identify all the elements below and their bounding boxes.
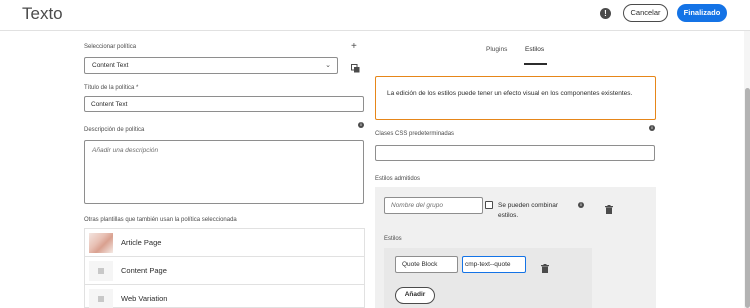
policy-title-label: Título de la política * <box>84 85 139 91</box>
policy-title-value: Content Text <box>91 100 128 108</box>
cancel-button[interactable]: Cancelar <box>623 4 668 22</box>
description-textarea[interactable]: Añadir una descripción <box>84 140 364 204</box>
style-name-input[interactable]: Quote Block <box>395 256 458 273</box>
chevron-down-icon: ⌄ <box>325 62 331 69</box>
policy-select[interactable]: Content Text ⌄ <box>84 57 338 74</box>
page-thumbnail <box>89 289 113 308</box>
default-css-label: Clases CSS predeterminadas <box>375 131 455 137</box>
default-css-input[interactable] <box>375 145 655 161</box>
done-button[interactable]: Finalizado <box>677 4 727 22</box>
page-name: Article Page <box>121 238 162 247</box>
page-thumbnail <box>89 233 113 253</box>
add-policy-icon[interactable]: + <box>351 41 357 52</box>
combinable-label: Se pueden combinar estilos. <box>498 202 558 219</box>
group-name-input[interactable]: Nombre del grupo <box>384 197 483 214</box>
description-label: Descripción de política <box>84 127 145 133</box>
help-icon[interactable]: ! <box>600 8 611 19</box>
list-item[interactable]: Article Page <box>85 229 364 257</box>
scrollbar-thumb[interactable] <box>745 88 750 308</box>
styles-label: Estilos <box>384 236 402 242</box>
other-templates-label: Otras plantillas que también usan la pol… <box>84 217 237 223</box>
policy-select-value: Content Text <box>92 62 129 69</box>
dialog-title: Texto <box>22 4 63 23</box>
active-tab-indicator <box>524 63 547 65</box>
template-list: Article Page Content Page Web Variation <box>84 228 365 308</box>
style-class-value: cmp-text--quote <box>465 261 511 268</box>
allowed-styles-label: Estilos admitidos <box>375 176 421 182</box>
info-icon[interactable]: i <box>578 202 584 208</box>
add-style-button[interactable]: Añadir <box>395 287 435 304</box>
list-item[interactable]: Content Page <box>85 257 364 285</box>
list-item[interactable]: Web Variation <box>85 285 364 308</box>
group-name-placeholder: Nombre del grupo <box>391 202 444 209</box>
style-class-input[interactable]: cmp-text--quote <box>462 256 526 273</box>
select-policy-label: Seleccionar política <box>84 44 137 50</box>
description-placeholder: Añadir una descripción <box>92 147 159 154</box>
style-name-value: Quote Block <box>402 261 438 268</box>
page-thumbnail <box>89 261 113 281</box>
copy-policy-icon[interactable] <box>351 60 360 73</box>
warning-alert: La edición de los estilos puede tener un… <box>375 76 656 120</box>
policy-title-input[interactable]: Content Text <box>84 96 364 112</box>
tab-estilos[interactable]: Estilos <box>525 46 544 53</box>
page-name: Web Variation <box>121 294 168 303</box>
combinable-checkbox[interactable] <box>485 201 493 209</box>
tab-plugins[interactable]: Plugins <box>486 46 507 53</box>
delete-group-icon[interactable] <box>605 201 613 214</box>
page-name: Content Page <box>121 266 167 275</box>
delete-style-icon[interactable] <box>541 260 549 273</box>
dialog-header: Texto ! Cancelar Finalizado <box>0 0 750 31</box>
info-icon[interactable]: i <box>649 125 655 131</box>
info-icon[interactable]: i <box>358 122 364 128</box>
